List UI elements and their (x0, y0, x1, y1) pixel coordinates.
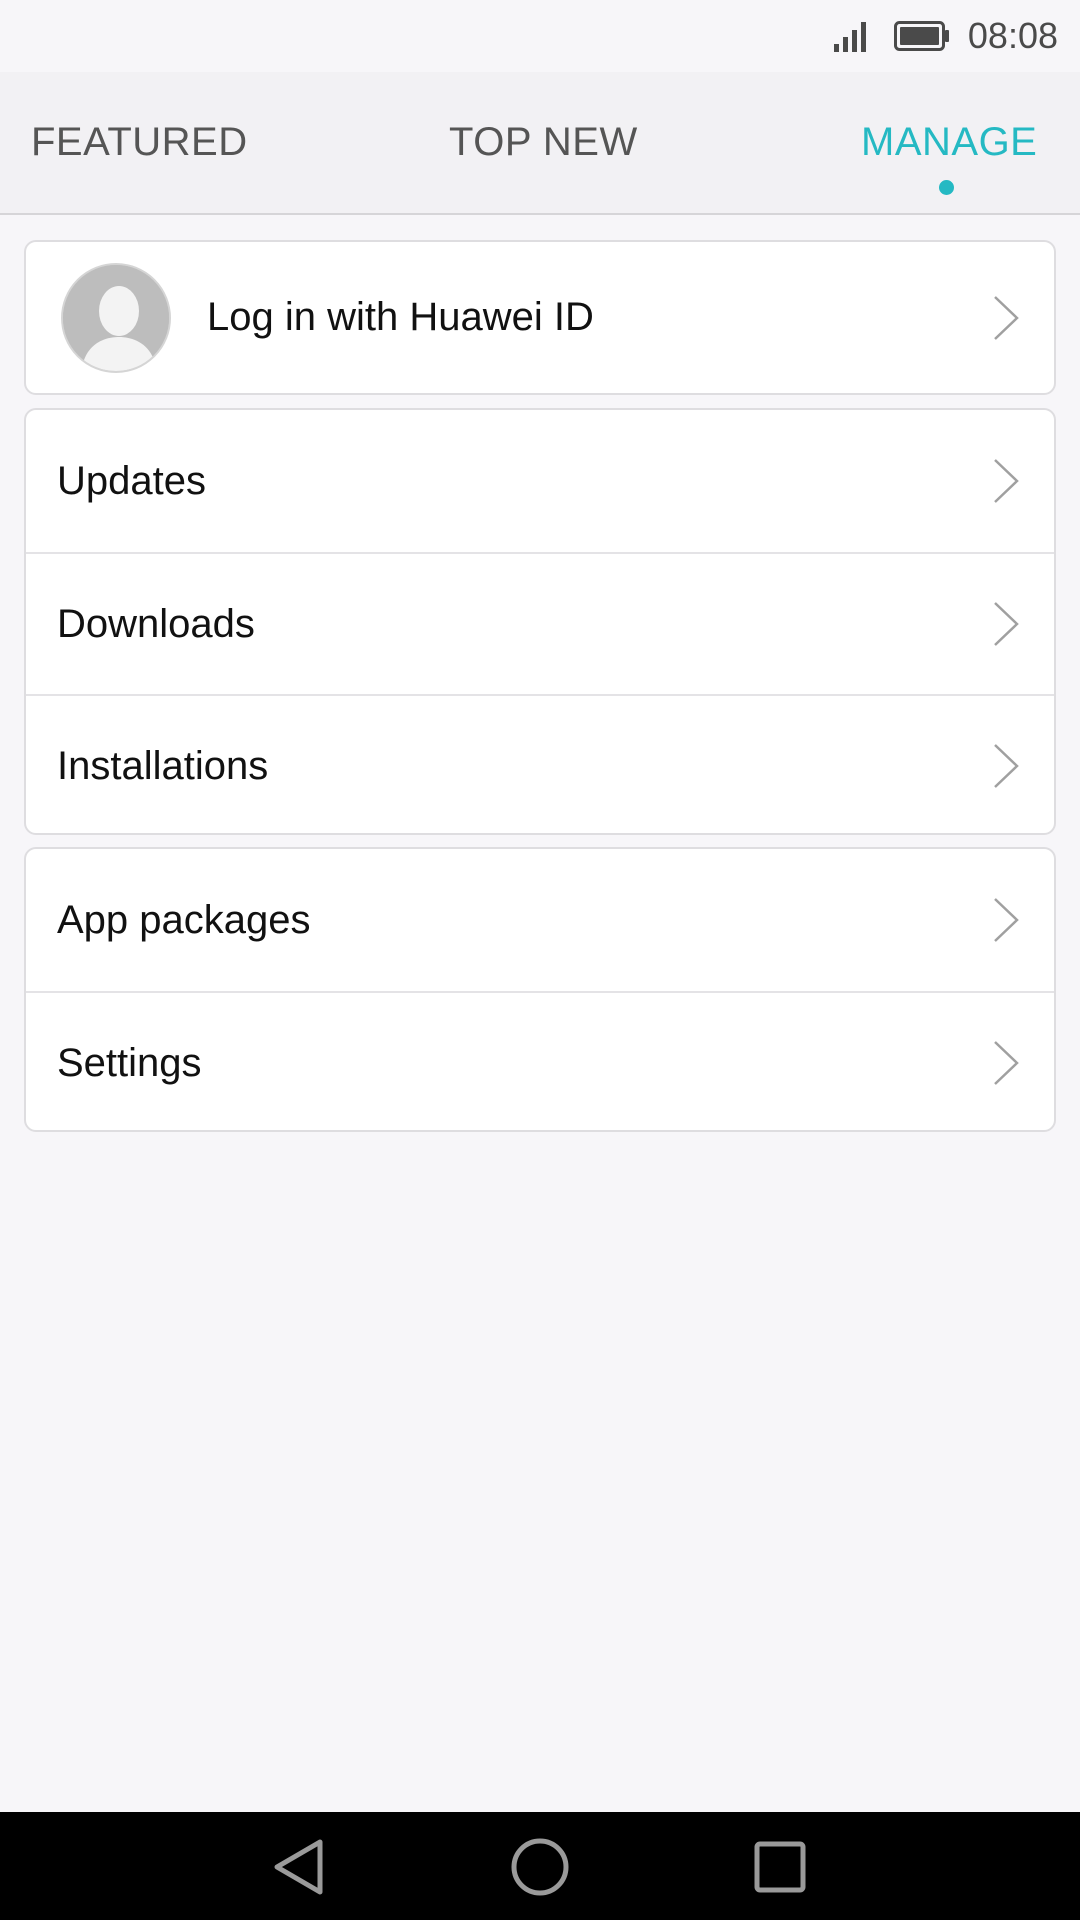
tab-manage[interactable]: MANAGE (861, 120, 1037, 165)
top-tab-bar: FEATURED TOP NEW MANAGE (0, 72, 1080, 215)
menu-item-settings[interactable]: Settings (26, 991, 1054, 1130)
menu-item-label: App packages (57, 897, 311, 942)
menu-item-updates[interactable]: Updates (26, 410, 1054, 552)
recent-square-icon[interactable] (745, 1832, 815, 1902)
chevron-right-icon (994, 1041, 1019, 1085)
status-time: 08:08 (967, 15, 1058, 56)
battery-icon (893, 21, 949, 51)
signal-icon (833, 22, 866, 52)
avatar-placeholder-icon (61, 262, 171, 373)
chevron-right-icon (994, 898, 1019, 942)
chevron-right-icon (994, 602, 1019, 646)
tab-top-new[interactable]: TOP NEW (449, 120, 638, 165)
chevron-right-icon (994, 744, 1019, 788)
chevron-right-icon (994, 459, 1019, 503)
login-label: Log in with Huawei ID (207, 295, 594, 339)
menu-group-management: Updates Downloads Installations (24, 408, 1056, 835)
menu-item-app-packages[interactable]: App packages (26, 849, 1054, 991)
menu-item-label: Downloads (57, 601, 255, 646)
home-circle-icon[interactable] (505, 1832, 575, 1902)
menu-item-downloads[interactable]: Downloads (26, 552, 1054, 694)
login-huawei-id-row[interactable]: Log in with Huawei ID (26, 242, 1054, 393)
status-bar: 08:08 (0, 0, 1080, 72)
active-tab-indicator (939, 180, 954, 195)
menu-group-other: App packages Settings (24, 847, 1056, 1132)
login-card: Log in with Huawei ID (24, 240, 1056, 395)
menu-item-label: Settings (57, 1040, 202, 1085)
menu-item-label: Updates (57, 458, 206, 503)
menu-item-installations[interactable]: Installations (26, 694, 1054, 833)
chevron-right-icon (994, 295, 1019, 340)
back-triangle-icon[interactable] (265, 1832, 335, 1902)
tab-featured[interactable]: FEATURED (31, 120, 248, 165)
system-nav-bar (0, 1812, 1080, 1920)
menu-item-label: Installations (57, 743, 269, 788)
